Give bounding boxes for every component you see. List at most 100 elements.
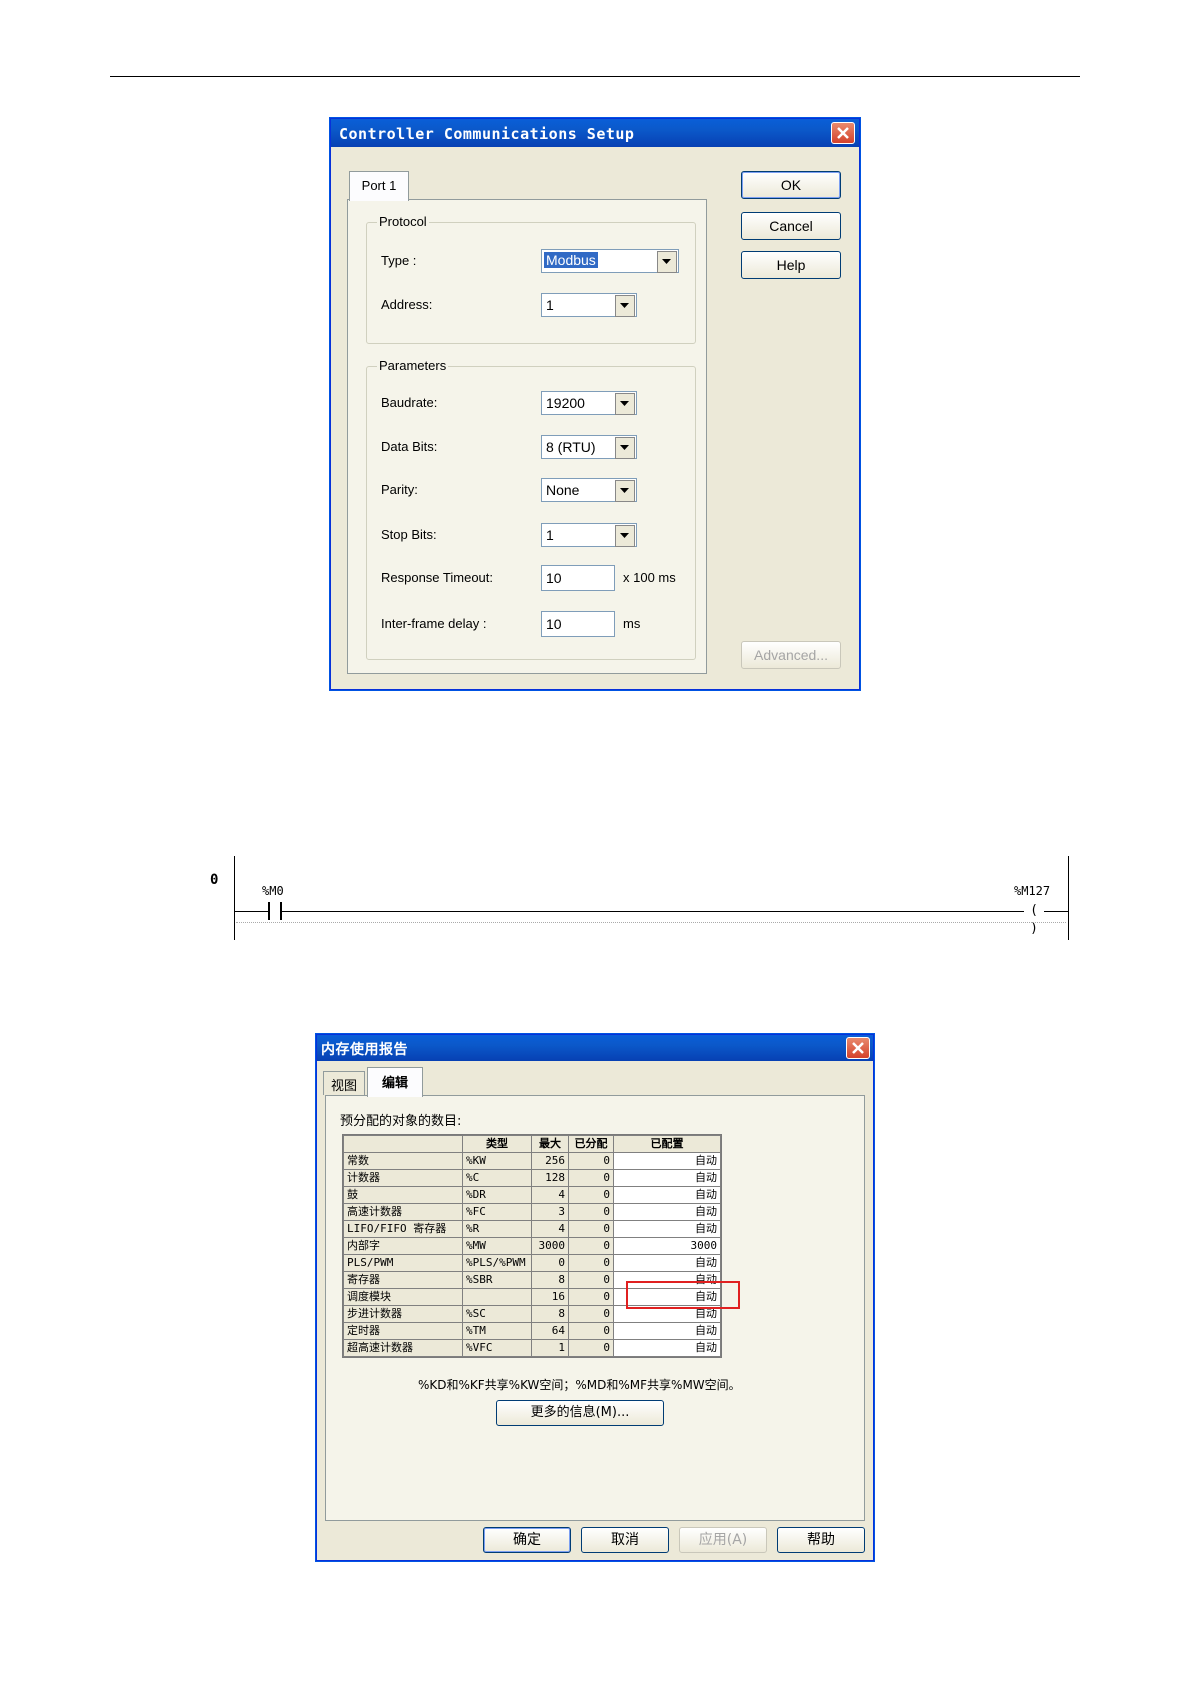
help-button[interactable]: Help [741, 251, 841, 279]
type-cell: %C [462, 1169, 532, 1187]
delay-unit: ms [623, 616, 641, 631]
close-button[interactable] [831, 122, 855, 144]
cancel-label: 取消 [611, 1532, 639, 1548]
configured-cell[interactable]: 自动 [613, 1169, 721, 1187]
chevron-down-icon[interactable] [657, 251, 677, 273]
address-select[interactable]: 1 [541, 293, 637, 317]
configured-cell[interactable]: 自动 [613, 1152, 721, 1170]
object-name-cell: 计数器 [343, 1169, 463, 1187]
page-header-rule [110, 76, 1080, 77]
contact-symbol[interactable] [268, 902, 282, 920]
tab-view[interactable]: 视图 [323, 1071, 365, 1095]
cancel-button[interactable]: Cancel [741, 212, 841, 240]
tab-edit[interactable]: 编辑 [367, 1067, 423, 1097]
advanced-button[interactable]: Advanced... [741, 641, 841, 669]
more-info-label: 更多的信息(M)... [530, 1405, 630, 1420]
type-cell: %SC [462, 1305, 532, 1323]
chevron-down-icon[interactable] [615, 393, 635, 415]
chevron-down-icon[interactable] [615, 295, 635, 317]
comm-setup-dialog: Controller Communications Setup Port 1 P… [330, 118, 860, 690]
allocation-table-wrapper: 类型 最大 已分配 已配置 常数 %KW 256 0 自动 计数器 %C 128 0 自动鼓 %DR… [342, 1134, 722, 1358]
tab-port-1[interactable]: Port 1 [349, 171, 409, 201]
allocated-cell: 0 [568, 1288, 614, 1306]
protocol-group: Protocol Type : Modbus Address: 1 [366, 214, 696, 344]
configured-cell[interactable]: 3000 [613, 1237, 721, 1255]
object-name-cell: 超高速计数器 [343, 1339, 463, 1357]
table-row: PLS/PWM %PLS/%PWM 0 0 自动 [343, 1254, 721, 1272]
coil-address[interactable]: %M127 [1014, 884, 1050, 898]
close-button[interactable] [846, 1037, 870, 1059]
databits-value: 8 (RTU) [546, 439, 596, 455]
address-label: Address: [381, 297, 433, 312]
dialog-title: Controller Communications Setup [339, 125, 635, 143]
table-row: LIFO/FIFO 寄存器 %R 4 0 自动 [343, 1220, 721, 1238]
configured-cell[interactable]: 自动 [613, 1254, 721, 1272]
help-button[interactable]: 帮助 [777, 1527, 865, 1553]
timeout-input[interactable]: 10 [541, 565, 615, 591]
advanced-label: Advanced... [754, 647, 828, 663]
max-cell: 128 [531, 1169, 569, 1187]
object-name-cell: PLS/PWM [343, 1254, 463, 1272]
object-name-cell: LIFO/FIFO 寄存器 [343, 1220, 463, 1238]
parameters-group: Parameters Baudrate: 19200 Data Bits: 8 … [366, 358, 696, 660]
type-cell [462, 1288, 532, 1306]
cancel-button[interactable]: 取消 [581, 1527, 669, 1553]
help-label: 帮助 [807, 1532, 835, 1548]
configured-cell[interactable]: 自动 [613, 1186, 721, 1204]
right-power-rail [1068, 856, 1069, 940]
dialog-title-bar[interactable]: 内存使用报告 [317, 1035, 873, 1061]
configured-cell[interactable]: 自动 [613, 1322, 721, 1340]
delay-value: 10 [546, 616, 562, 632]
help-label: Help [776, 257, 806, 273]
max-cell: 8 [531, 1305, 569, 1323]
column-header: 已配置 [613, 1135, 721, 1153]
configured-cell[interactable]: 自动 [613, 1339, 721, 1357]
configured-cell[interactable]: 自动 [613, 1220, 721, 1238]
table-row: 鼓 %DR 4 0 自动 [343, 1186, 721, 1204]
cancel-label: Cancel [769, 218, 813, 234]
allocation-table: 类型 最大 已分配 已配置 常数 %KW 256 0 自动 计数器 %C 128 0 自动鼓 %DR… [343, 1135, 721, 1357]
parity-select[interactable]: None [541, 478, 637, 502]
max-cell: 1 [531, 1339, 569, 1357]
ok-button[interactable]: OK [741, 171, 841, 199]
allocated-cell: 0 [568, 1169, 614, 1187]
apply-button[interactable]: 应用(A) [679, 1527, 767, 1553]
rung-number: 0 [210, 872, 219, 888]
table-row: 超高速计数器 %VFC 1 0 自动 [343, 1339, 721, 1357]
configured-cell[interactable]: 自动 [613, 1203, 721, 1221]
max-cell: 256 [531, 1152, 569, 1170]
parity-value: None [546, 482, 580, 498]
coil-symbol[interactable]: ( ) [1024, 902, 1044, 936]
delay-input[interactable]: 10 [541, 611, 615, 637]
tab-view-label: 视图 [330, 1079, 357, 1094]
ok-button[interactable]: 确定 [483, 1527, 571, 1553]
dialog-title-bar[interactable]: Controller Communications Setup [331, 119, 859, 147]
more-info-button[interactable]: 更多的信息(M)... [496, 1400, 664, 1426]
allocated-cell: 0 [568, 1186, 614, 1204]
stopbits-select[interactable]: 1 [541, 523, 637, 547]
type-cell: %PLS/%PWM [462, 1254, 532, 1272]
databits-select[interactable]: 8 (RTU) [541, 435, 637, 459]
stopbits-value: 1 [546, 527, 554, 543]
chevron-down-icon[interactable] [615, 437, 635, 459]
baudrate-select[interactable]: 19200 [541, 391, 637, 415]
allocated-cell: 0 [568, 1254, 614, 1272]
contact-address[interactable]: %M0 [262, 884, 284, 898]
object-name-cell: 常数 [343, 1152, 463, 1170]
delay-label: Inter-frame delay : [381, 616, 487, 631]
column-header: 类型 [462, 1135, 532, 1153]
allocated-cell: 0 [568, 1237, 614, 1255]
max-cell: 64 [531, 1322, 569, 1340]
allocated-cell: 0 [568, 1220, 614, 1238]
close-icon [852, 1042, 864, 1054]
type-select[interactable]: Modbus [541, 249, 679, 273]
max-cell: 4 [531, 1186, 569, 1204]
chevron-down-icon[interactable] [615, 480, 635, 502]
ladder-rung: 0 %M0 %M127 ( ) [200, 856, 1080, 946]
allocated-cell: 0 [568, 1305, 614, 1323]
table-row: 常数 %KW 256 0 自动 [343, 1152, 721, 1170]
table-row: 定时器 %TM 64 0 自动 [343, 1322, 721, 1340]
chevron-down-icon[interactable] [615, 525, 635, 547]
object-name-cell: 调度模块 [343, 1288, 463, 1306]
protocol-group-label: Protocol [377, 214, 429, 229]
